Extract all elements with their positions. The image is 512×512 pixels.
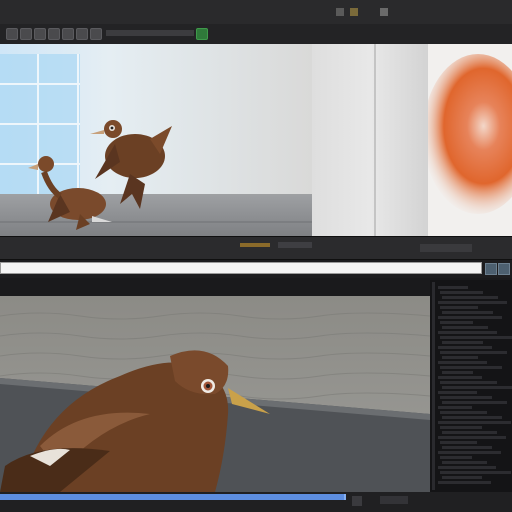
outliner-row[interactable]	[442, 386, 512, 389]
outliner-row[interactable]	[438, 406, 472, 409]
outliner-row[interactable]	[442, 416, 502, 419]
outliner-row[interactable]	[438, 376, 482, 379]
light-icon[interactable]	[76, 28, 88, 40]
outliner-row[interactable]	[440, 291, 483, 294]
grid-icon[interactable]	[90, 28, 102, 40]
minimize-icon[interactable]	[336, 8, 344, 16]
outliner-row[interactable]	[438, 421, 511, 424]
outliner-row[interactable]	[440, 381, 497, 384]
panel-readout	[420, 244, 472, 252]
render-preview-panel	[312, 44, 428, 236]
outliner-row[interactable]	[438, 481, 491, 484]
panel-divider[interactable]	[374, 44, 376, 236]
rotate-icon[interactable]	[34, 28, 46, 40]
outliner-row[interactable]	[442, 431, 497, 434]
frame-readout	[380, 496, 408, 504]
outliner-row[interactable]	[442, 356, 478, 359]
camera-icon[interactable]	[62, 28, 74, 40]
outliner-row[interactable]	[438, 451, 501, 454]
outliner-row[interactable]	[442, 401, 507, 404]
outliner-row[interactable]	[438, 436, 506, 439]
particle-preview-panel	[428, 44, 512, 236]
outliner-row[interactable]	[440, 411, 487, 414]
viewport-closeup[interactable]	[0, 296, 430, 492]
timeline-marker[interactable]	[240, 243, 270, 247]
outliner-row[interactable]	[442, 326, 488, 329]
outliner-row[interactable]	[440, 366, 502, 369]
outliner-row[interactable]	[442, 371, 473, 374]
outliner-row[interactable]	[438, 286, 468, 289]
outliner-row[interactable]	[438, 301, 507, 304]
outliner-row[interactable]	[442, 461, 487, 464]
outliner-row[interactable]	[442, 311, 493, 314]
outliner-row[interactable]	[440, 306, 478, 309]
outliner-row[interactable]	[438, 331, 497, 334]
outliner-row[interactable]	[438, 466, 496, 469]
arrow-icon[interactable]	[6, 28, 18, 40]
maximize-icon[interactable]	[350, 8, 358, 16]
scale-icon[interactable]	[48, 28, 60, 40]
outliner-row[interactable]	[442, 296, 498, 299]
outliner-row[interactable]	[440, 441, 477, 444]
outliner-row[interactable]	[440, 471, 511, 474]
particle-burst	[428, 54, 512, 214]
toolbar	[0, 24, 512, 45]
outliner-row[interactable]	[442, 446, 492, 449]
settings-icon[interactable]	[498, 263, 510, 275]
move-icon[interactable]	[20, 28, 32, 40]
outliner-row[interactable]	[442, 476, 482, 479]
outliner-row[interactable]	[440, 396, 492, 399]
outliner-row[interactable]	[440, 456, 472, 459]
timeline-progress[interactable]	[0, 494, 346, 500]
outliner-row[interactable]	[440, 336, 512, 339]
window-grid	[0, 54, 80, 194]
outliner-row[interactable]	[438, 316, 502, 319]
viewport-3d-scene[interactable]	[0, 44, 313, 236]
toolbar-track[interactable]	[106, 30, 194, 36]
outliner-row[interactable]	[442, 341, 483, 344]
outliner-panel[interactable]	[430, 280, 512, 492]
play-icon[interactable]	[196, 28, 208, 40]
outliner-row[interactable]	[440, 426, 482, 429]
outliner-row[interactable]	[440, 351, 507, 354]
play-icon-bottom[interactable]	[352, 496, 362, 506]
window-title-bar	[0, 0, 512, 25]
outliner-row[interactable]	[438, 361, 487, 364]
outliner-row[interactable]	[438, 391, 477, 394]
outliner-scrollbar[interactable]	[432, 282, 435, 490]
path-input[interactable]	[0, 262, 482, 274]
viewport-readout	[278, 242, 312, 248]
close-icon[interactable]	[380, 8, 388, 16]
refresh-icon[interactable]	[485, 263, 497, 275]
outliner-row[interactable]	[440, 321, 473, 324]
viewport-status-bar	[0, 236, 512, 260]
outliner-row[interactable]	[438, 346, 492, 349]
